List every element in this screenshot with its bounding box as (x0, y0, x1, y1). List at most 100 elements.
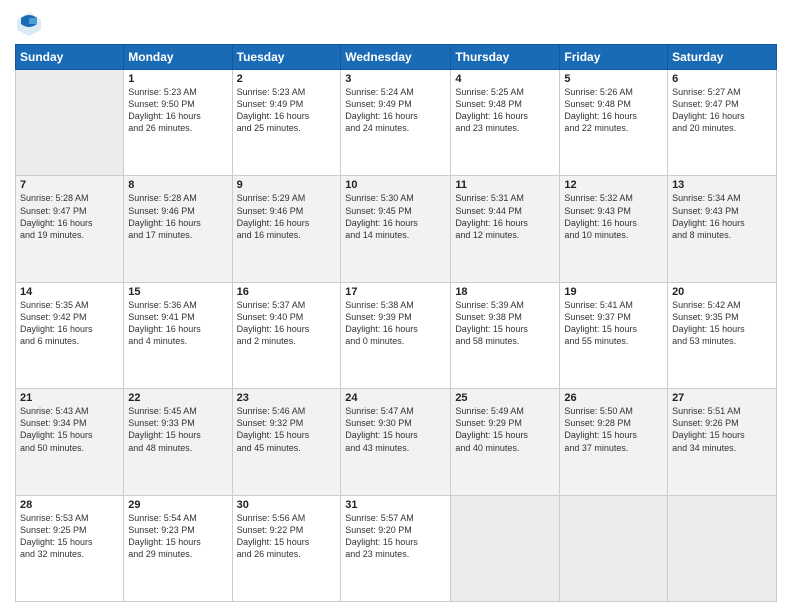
calendar-cell: 1Sunrise: 5:23 AM Sunset: 9:50 PM Daylig… (124, 70, 232, 176)
day-info: Sunrise: 5:32 AM Sunset: 9:43 PM Dayligh… (564, 192, 663, 241)
calendar-cell: 11Sunrise: 5:31 AM Sunset: 9:44 PM Dayli… (451, 176, 560, 282)
calendar-cell: 24Sunrise: 5:47 AM Sunset: 9:30 PM Dayli… (341, 389, 451, 495)
calendar-cell: 13Sunrise: 5:34 AM Sunset: 9:43 PM Dayli… (668, 176, 777, 282)
day-number: 19 (564, 286, 663, 298)
calendar-cell (451, 495, 560, 601)
day-info: Sunrise: 5:50 AM Sunset: 9:28 PM Dayligh… (564, 405, 663, 454)
day-number: 4 (455, 73, 555, 85)
day-info: Sunrise: 5:39 AM Sunset: 9:38 PM Dayligh… (455, 299, 555, 348)
calendar-cell: 10Sunrise: 5:30 AM Sunset: 9:45 PM Dayli… (341, 176, 451, 282)
day-number: 29 (128, 499, 227, 511)
day-number: 13 (672, 179, 772, 191)
calendar-cell (16, 70, 124, 176)
logo (15, 10, 47, 38)
calendar-cell: 25Sunrise: 5:49 AM Sunset: 9:29 PM Dayli… (451, 389, 560, 495)
calendar-cell: 12Sunrise: 5:32 AM Sunset: 9:43 PM Dayli… (560, 176, 668, 282)
day-number: 14 (20, 286, 119, 298)
day-number: 12 (564, 179, 663, 191)
day-info: Sunrise: 5:31 AM Sunset: 9:44 PM Dayligh… (455, 192, 555, 241)
day-info: Sunrise: 5:42 AM Sunset: 9:35 PM Dayligh… (672, 299, 772, 348)
day-info: Sunrise: 5:51 AM Sunset: 9:26 PM Dayligh… (672, 405, 772, 454)
day-number: 27 (672, 392, 772, 404)
day-info: Sunrise: 5:45 AM Sunset: 9:33 PM Dayligh… (128, 405, 227, 454)
calendar-cell: 15Sunrise: 5:36 AM Sunset: 9:41 PM Dayli… (124, 282, 232, 388)
calendar-cell: 3Sunrise: 5:24 AM Sunset: 9:49 PM Daylig… (341, 70, 451, 176)
calendar-cell: 19Sunrise: 5:41 AM Sunset: 9:37 PM Dayli… (560, 282, 668, 388)
calendar-cell: 5Sunrise: 5:26 AM Sunset: 9:48 PM Daylig… (560, 70, 668, 176)
calendar-cell: 30Sunrise: 5:56 AM Sunset: 9:22 PM Dayli… (232, 495, 341, 601)
day-number: 22 (128, 392, 227, 404)
day-info: Sunrise: 5:26 AM Sunset: 9:48 PM Dayligh… (564, 86, 663, 135)
calendar-week-5: 28Sunrise: 5:53 AM Sunset: 9:25 PM Dayli… (16, 495, 777, 601)
day-info: Sunrise: 5:28 AM Sunset: 9:46 PM Dayligh… (128, 192, 227, 241)
day-info: Sunrise: 5:53 AM Sunset: 9:25 PM Dayligh… (20, 512, 119, 561)
calendar-cell: 23Sunrise: 5:46 AM Sunset: 9:32 PM Dayli… (232, 389, 341, 495)
calendar-header-tuesday: Tuesday (232, 45, 341, 70)
calendar-cell: 16Sunrise: 5:37 AM Sunset: 9:40 PM Dayli… (232, 282, 341, 388)
calendar-cell: 27Sunrise: 5:51 AM Sunset: 9:26 PM Dayli… (668, 389, 777, 495)
day-number: 24 (345, 392, 446, 404)
page: SundayMondayTuesdayWednesdayThursdayFrid… (0, 0, 792, 612)
calendar-cell: 7Sunrise: 5:28 AM Sunset: 9:47 PM Daylig… (16, 176, 124, 282)
calendar-cell: 26Sunrise: 5:50 AM Sunset: 9:28 PM Dayli… (560, 389, 668, 495)
day-number: 16 (237, 286, 337, 298)
day-info: Sunrise: 5:43 AM Sunset: 9:34 PM Dayligh… (20, 405, 119, 454)
day-info: Sunrise: 5:34 AM Sunset: 9:43 PM Dayligh… (672, 192, 772, 241)
calendar-cell: 29Sunrise: 5:54 AM Sunset: 9:23 PM Dayli… (124, 495, 232, 601)
calendar-cell: 20Sunrise: 5:42 AM Sunset: 9:35 PM Dayli… (668, 282, 777, 388)
day-number: 2 (237, 73, 337, 85)
header (15, 10, 777, 38)
day-info: Sunrise: 5:30 AM Sunset: 9:45 PM Dayligh… (345, 192, 446, 241)
calendar-header-wednesday: Wednesday (341, 45, 451, 70)
day-number: 5 (564, 73, 663, 85)
day-info: Sunrise: 5:46 AM Sunset: 9:32 PM Dayligh… (237, 405, 337, 454)
calendar-header-thursday: Thursday (451, 45, 560, 70)
day-number: 11 (455, 179, 555, 191)
day-info: Sunrise: 5:27 AM Sunset: 9:47 PM Dayligh… (672, 86, 772, 135)
day-info: Sunrise: 5:49 AM Sunset: 9:29 PM Dayligh… (455, 405, 555, 454)
calendar-week-1: 1Sunrise: 5:23 AM Sunset: 9:50 PM Daylig… (16, 70, 777, 176)
calendar-header-monday: Monday (124, 45, 232, 70)
day-info: Sunrise: 5:41 AM Sunset: 9:37 PM Dayligh… (564, 299, 663, 348)
calendar-cell: 28Sunrise: 5:53 AM Sunset: 9:25 PM Dayli… (16, 495, 124, 601)
calendar-week-3: 14Sunrise: 5:35 AM Sunset: 9:42 PM Dayli… (16, 282, 777, 388)
day-number: 28 (20, 499, 119, 511)
day-number: 26 (564, 392, 663, 404)
day-number: 17 (345, 286, 446, 298)
calendar-week-2: 7Sunrise: 5:28 AM Sunset: 9:47 PM Daylig… (16, 176, 777, 282)
day-info: Sunrise: 5:25 AM Sunset: 9:48 PM Dayligh… (455, 86, 555, 135)
calendar-cell (668, 495, 777, 601)
day-number: 10 (345, 179, 446, 191)
day-number: 8 (128, 179, 227, 191)
day-number: 9 (237, 179, 337, 191)
day-info: Sunrise: 5:35 AM Sunset: 9:42 PM Dayligh… (20, 299, 119, 348)
day-number: 20 (672, 286, 772, 298)
day-info: Sunrise: 5:28 AM Sunset: 9:47 PM Dayligh… (20, 192, 119, 241)
calendar-header-row: SundayMondayTuesdayWednesdayThursdayFrid… (16, 45, 777, 70)
day-info: Sunrise: 5:56 AM Sunset: 9:22 PM Dayligh… (237, 512, 337, 561)
calendar-cell: 14Sunrise: 5:35 AM Sunset: 9:42 PM Dayli… (16, 282, 124, 388)
calendar-cell: 22Sunrise: 5:45 AM Sunset: 9:33 PM Dayli… (124, 389, 232, 495)
day-info: Sunrise: 5:37 AM Sunset: 9:40 PM Dayligh… (237, 299, 337, 348)
day-number: 18 (455, 286, 555, 298)
calendar-cell: 6Sunrise: 5:27 AM Sunset: 9:47 PM Daylig… (668, 70, 777, 176)
calendar-cell: 8Sunrise: 5:28 AM Sunset: 9:46 PM Daylig… (124, 176, 232, 282)
day-info: Sunrise: 5:23 AM Sunset: 9:49 PM Dayligh… (237, 86, 337, 135)
day-info: Sunrise: 5:57 AM Sunset: 9:20 PM Dayligh… (345, 512, 446, 561)
calendar-cell: 21Sunrise: 5:43 AM Sunset: 9:34 PM Dayli… (16, 389, 124, 495)
day-number: 30 (237, 499, 337, 511)
day-info: Sunrise: 5:54 AM Sunset: 9:23 PM Dayligh… (128, 512, 227, 561)
day-info: Sunrise: 5:47 AM Sunset: 9:30 PM Dayligh… (345, 405, 446, 454)
calendar-cell: 9Sunrise: 5:29 AM Sunset: 9:46 PM Daylig… (232, 176, 341, 282)
calendar-header-saturday: Saturday (668, 45, 777, 70)
calendar-week-4: 21Sunrise: 5:43 AM Sunset: 9:34 PM Dayli… (16, 389, 777, 495)
day-number: 21 (20, 392, 119, 404)
calendar-table: SundayMondayTuesdayWednesdayThursdayFrid… (15, 44, 777, 602)
day-info: Sunrise: 5:36 AM Sunset: 9:41 PM Dayligh… (128, 299, 227, 348)
day-number: 6 (672, 73, 772, 85)
calendar-cell: 31Sunrise: 5:57 AM Sunset: 9:20 PM Dayli… (341, 495, 451, 601)
calendar-cell: 17Sunrise: 5:38 AM Sunset: 9:39 PM Dayli… (341, 282, 451, 388)
calendar-cell: 2Sunrise: 5:23 AM Sunset: 9:49 PM Daylig… (232, 70, 341, 176)
day-number: 7 (20, 179, 119, 191)
day-number: 1 (128, 73, 227, 85)
